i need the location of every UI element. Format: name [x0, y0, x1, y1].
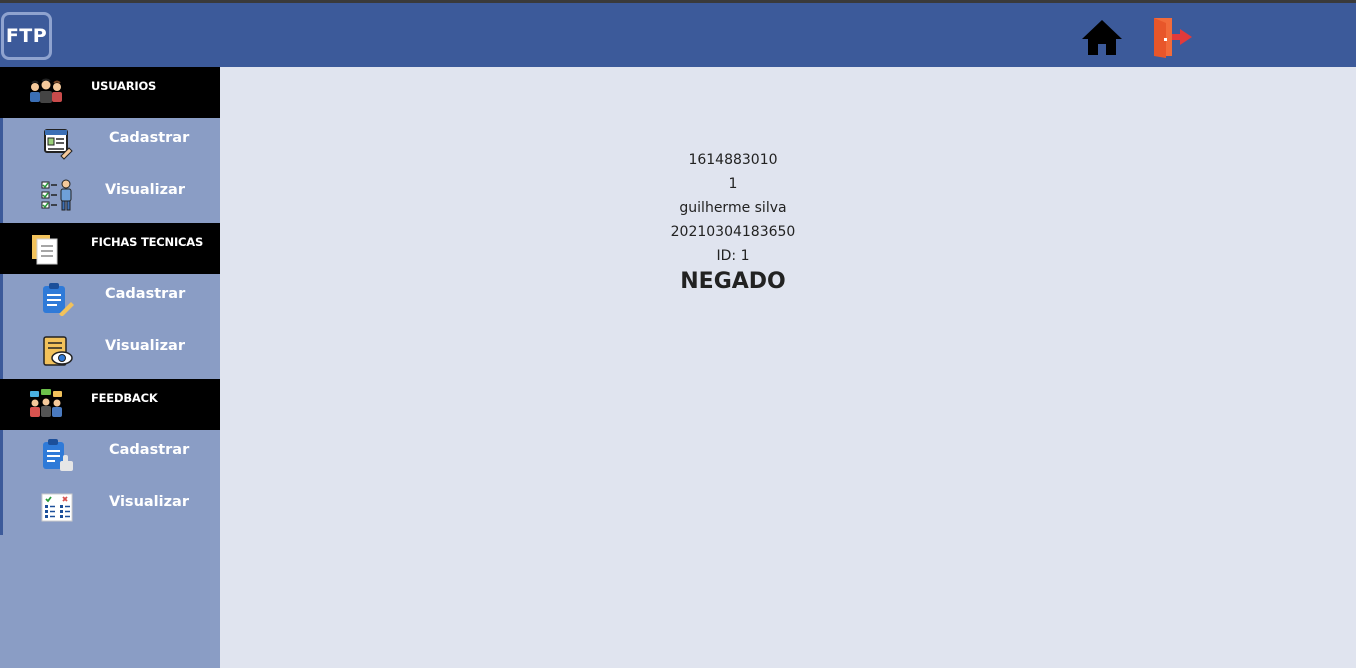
documents-icon	[32, 235, 58, 265]
sidebar-item-fichas-cadastrar[interactable]: Cadastrar	[3, 274, 220, 326]
sidebar: USUARIOS Cadastrar Visualizar FICHAS TEC…	[0, 67, 220, 668]
clipboard-like-icon	[43, 439, 73, 471]
sidebar-item-label: Cadastrar	[109, 442, 190, 458]
home-icon	[1082, 20, 1122, 55]
feedback-people-icon	[30, 389, 62, 417]
section-title: FICHAS TECNICAS	[91, 235, 204, 249]
record-number: 1	[728, 176, 738, 192]
home-button[interactable]	[1080, 18, 1124, 58]
sidebar-item-label: Visualizar	[105, 338, 185, 354]
status-text: NEGADO	[680, 269, 786, 294]
sidebar-section-usuarios: USUARIOS	[0, 67, 220, 118]
sidebar-item-usuarios-cadastrar[interactable]: Cadastrar	[3, 118, 220, 170]
exit-door-icon	[1154, 18, 1192, 58]
sidebar-item-label: Cadastrar	[105, 286, 186, 302]
sidebar-item-label: Visualizar	[109, 494, 189, 510]
sidebar-section-feedback: FEEDBACK	[0, 379, 220, 430]
logout-button[interactable]	[1148, 14, 1194, 60]
record-user-name: guilherme silva	[679, 200, 787, 216]
sidebar-item-fichas-visualizar[interactable]: Visualizar	[3, 326, 220, 378]
record-id: ID: 1	[716, 248, 750, 264]
ftp-logo[interactable]: FTP	[1, 12, 52, 60]
top-navbar: FTP	[0, 3, 1356, 67]
main-content: 1614883010 1 guilherme silva 20210304183…	[220, 67, 1356, 668]
sidebar-item-feedback-visualizar[interactable]: Visualizar	[3, 482, 220, 534]
document-view-icon	[43, 336, 73, 366]
user-register-icon	[44, 129, 73, 160]
users-group-icon	[30, 78, 62, 103]
user-list-icon	[41, 179, 72, 211]
record-timestamp: 1614883010	[688, 152, 778, 168]
sidebar-item-usuarios-visualizar[interactable]: Visualizar	[3, 170, 220, 222]
sidebar-item-feedback-cadastrar[interactable]: Cadastrar	[3, 430, 220, 482]
record-datetime: 20210304183650	[670, 224, 796, 240]
section-title: FEEDBACK	[91, 391, 158, 405]
sidebar-item-label: Cadastrar	[109, 130, 190, 146]
clipboard-edit-icon	[43, 283, 74, 316]
sidebar-item-label: Visualizar	[105, 182, 185, 198]
section-items-fichas-tecnicas: Cadastrar Visualizar	[0, 274, 220, 379]
section-items-feedback: Cadastrar Visualizar	[0, 430, 220, 535]
checklist-icon	[41, 493, 73, 522]
section-items-usuarios: Cadastrar Visualizar	[0, 118, 220, 223]
sidebar-section-fichas-tecnicas: FICHAS TECNICAS	[0, 223, 220, 274]
section-title: USUARIOS	[91, 79, 157, 93]
